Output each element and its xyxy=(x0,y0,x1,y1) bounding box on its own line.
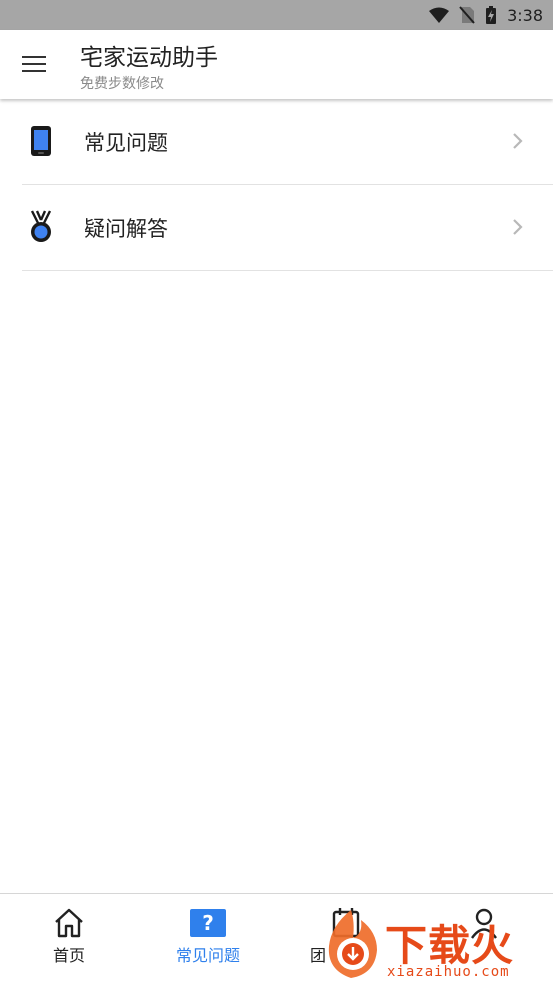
chevron-right-icon xyxy=(513,133,523,149)
status-bar: 3:38 xyxy=(0,0,553,30)
menu-button[interactable] xyxy=(14,44,54,84)
wifi-icon xyxy=(429,7,450,23)
battery-charging-icon xyxy=(486,6,497,24)
watermark: 下载火 xiazaihuo.com xyxy=(321,908,547,982)
question-icon: ? xyxy=(190,906,226,940)
nav-item-home[interactable]: 首页 xyxy=(19,906,119,976)
home-icon xyxy=(51,906,87,940)
watermark-url: xiazaihuo.com xyxy=(387,964,510,980)
medal-icon xyxy=(26,210,56,244)
list-item-label: 疑问解答 xyxy=(84,217,168,241)
hamburger-menu-icon xyxy=(22,56,46,72)
phone-icon xyxy=(26,124,56,158)
list-item-qa[interactable]: 疑问解答 xyxy=(22,185,553,271)
status-icons: 3:38 xyxy=(429,0,543,30)
nav-label: 常见问题 xyxy=(175,946,240,965)
app-bar: 宅家运动助手 免费步数修改 xyxy=(0,30,553,99)
flame-logo-icon xyxy=(328,910,377,978)
app-subtitle: 免费步数修改 xyxy=(80,76,164,92)
nav-item-faq[interactable]: ? 常见问题 xyxy=(158,906,258,976)
app-title: 宅家运动助手 xyxy=(80,45,218,71)
nav-label: 首页 xyxy=(52,946,85,965)
list-item-label: 常见问题 xyxy=(84,131,168,155)
chevron-right-icon xyxy=(513,219,523,235)
list-item-faq[interactable]: 常见问题 xyxy=(22,99,553,185)
menu-list: 常见问题 疑问解答 xyxy=(0,99,553,271)
status-time: 3:38 xyxy=(507,5,543,25)
no-sim-icon xyxy=(459,6,475,24)
